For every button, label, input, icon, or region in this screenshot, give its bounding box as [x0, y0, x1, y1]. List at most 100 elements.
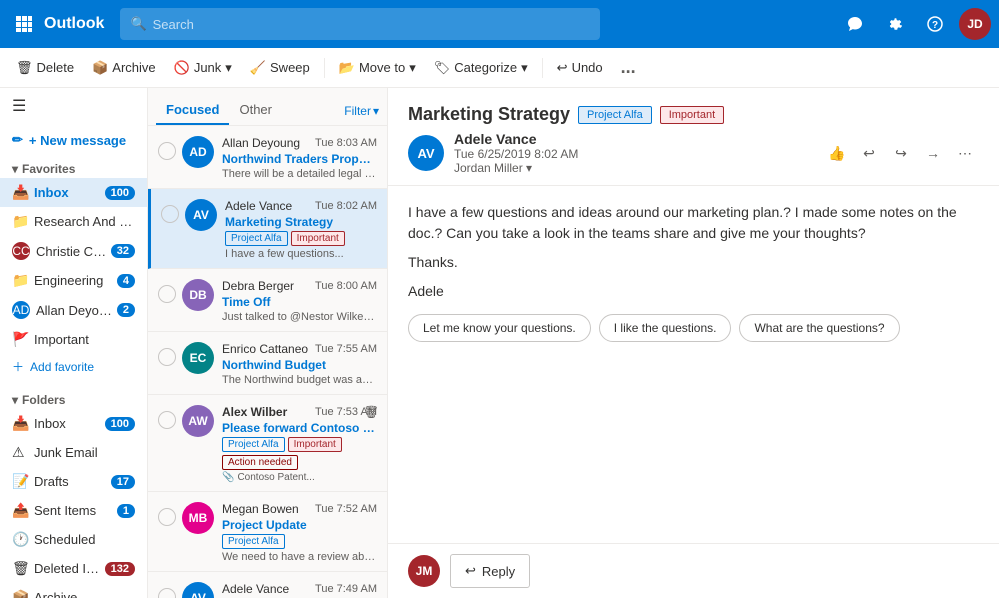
junk-icon: 🚫: [174, 60, 190, 76]
reply-all-button[interactable]: ↪: [887, 139, 915, 167]
sidebar-item-christie[interactable]: CC Christie Cline 32: [0, 236, 147, 266]
tag-project-alfa: Project Alfa: [222, 437, 285, 452]
tag-project-alfa: Project Alfa: [225, 231, 288, 246]
sent-icon: 📤: [12, 502, 28, 519]
email-item[interactable]: EC Enrico Cattaneo Tue 7:55 AM Northwind…: [148, 332, 387, 395]
sidebar-item-scheduled[interactable]: 🕐 Scheduled: [0, 525, 147, 554]
sidebar-item-junk[interactable]: ⚠ Junk Email: [0, 438, 147, 467]
suggestion-pill-3[interactable]: What are the questions?: [739, 314, 899, 342]
archive-button[interactable]: 📦 Archive: [84, 52, 164, 84]
search-bar[interactable]: 🔍: [120, 8, 600, 40]
email-time: Tue 7:49 AM: [315, 583, 377, 595]
categorize-button[interactable]: 🏷 Categorize ▾: [426, 52, 536, 84]
email-item[interactable]: AV Adele Vance Tue 8:02 AM Marketing Str…: [148, 189, 387, 269]
detail-sender-info: Adele Vance Tue 6/25/2019 8:02 AM Jordan…: [454, 131, 578, 175]
sidebar-item-archive[interactable]: 📦 Archive: [0, 583, 147, 598]
email-checkbox[interactable]: [158, 285, 176, 303]
sidebar-item-inbox-favorite[interactable]: 📥 Inbox 100: [0, 178, 147, 207]
email-item[interactable]: MB Megan Bowen Tue 7:52 AM Project Updat…: [148, 492, 387, 572]
forward-button[interactable]: →: [919, 139, 947, 167]
settings-icon-btn[interactable]: [879, 8, 911, 40]
drafts-icon: 📝: [12, 473, 28, 490]
email-preview: I have a few questions...: [225, 248, 377, 260]
avatar: AV: [182, 582, 214, 598]
detail-tag-important[interactable]: Important: [660, 106, 724, 124]
hamburger-button[interactable]: ☰: [0, 88, 147, 124]
like-button[interactable]: 👍: [823, 139, 851, 167]
new-message-button[interactable]: ✏ + New message: [0, 124, 147, 156]
email-checkbox[interactable]: [158, 411, 176, 429]
email-subject: Project Update: [222, 518, 377, 532]
tag-action-needed: Action needed: [222, 455, 298, 470]
search-input[interactable]: [153, 17, 591, 32]
move-to-button[interactable]: 📂 Move to ▾: [331, 52, 424, 84]
folder-icon-eng: 📁: [12, 272, 28, 289]
junk-button[interactable]: 🚫 Junk ▾: [166, 52, 240, 84]
sidebar-item-deleted[interactable]: 🗑 Deleted Items 132: [0, 554, 147, 583]
sidebar-item-engineering[interactable]: 📁 Engineering 4: [0, 266, 147, 295]
sweep-button[interactable]: 🧹 Sweep: [242, 52, 318, 84]
svg-text:?: ?: [932, 20, 938, 31]
email-checkbox[interactable]: [158, 508, 176, 526]
email-item[interactable]: DB Debra Berger Tue 8:00 AM Time Off Jus…: [148, 269, 387, 332]
more-actions-button[interactable]: ...: [613, 52, 644, 84]
sidebar-item-research[interactable]: 📁 Research And Deve...: [0, 207, 147, 236]
sidebar-item-drafts[interactable]: 📝 Drafts 17: [0, 467, 147, 496]
focused-label: Focused: [166, 102, 219, 117]
detail-body: I have a few questions and ideas around …: [388, 186, 999, 543]
suggestion-pill-2[interactable]: I like the questions.: [599, 314, 732, 342]
email-subject: Northwind Traders Proposal: [222, 152, 377, 166]
sidebar-item-sent[interactable]: 📤 Sent Items 1: [0, 496, 147, 525]
sidebar-item-allan[interactable]: AD Allan Deyoung 2: [0, 295, 147, 325]
avatar: EC: [182, 342, 214, 374]
plus-icon: ＋: [12, 358, 24, 375]
filter-button[interactable]: Filter ▾: [344, 104, 379, 118]
tag-important: Important: [288, 437, 342, 452]
sender-name: Adele Vance: [225, 199, 292, 213]
deleted-icon: 🗑: [12, 560, 28, 577]
filter-chevron: ▾: [373, 104, 379, 118]
email-checkbox[interactable]: [158, 142, 176, 160]
sidebar-item-important[interactable]: 🚩 Important: [0, 325, 147, 354]
detail-title: Marketing Strategy: [408, 104, 570, 125]
delete-icon-overlay[interactable]: 🗑: [364, 405, 379, 419]
email-item[interactable]: AV Adele Vance Tue 7:49 AM Expense Repor…: [148, 572, 387, 598]
help-icon-btn[interactable]: ?: [919, 8, 951, 40]
more-actions-detail-button[interactable]: ⋯: [951, 139, 979, 167]
suggestion-pill-1[interactable]: Let me know your questions.: [408, 314, 591, 342]
sender-meta: Tue 6/25/2019 8:02 AM Jordan Miller ▾: [454, 147, 578, 175]
email-item[interactable]: AW Alex Wilber Tue 7:53 AM Please forwar…: [148, 395, 387, 492]
sender-name: Debra Berger: [222, 279, 294, 293]
reply-button[interactable]: ↩: [855, 139, 883, 167]
toolbar-separator-1: [324, 58, 325, 78]
filter-label: Filter: [344, 104, 371, 118]
detail-tag-project-alfa[interactable]: Project Alfa: [578, 106, 652, 124]
user-avatar[interactable]: JD: [959, 8, 991, 40]
reply-avatar: JM: [408, 555, 440, 587]
chat-icon-btn[interactable]: [839, 8, 871, 40]
sidebar: ☰ ✏ + New message ▾ Favorites 📥 Inbox 10…: [0, 88, 148, 598]
favorites-section-header[interactable]: ▾ Favorites: [0, 156, 147, 178]
email-checkbox[interactable]: [161, 205, 179, 223]
person-icon-allan: AD: [12, 301, 30, 319]
email-item[interactable]: AD Allan Deyoung Tue 8:03 AM Northwind T…: [148, 126, 387, 189]
tag-project-alfa: Project Alfa: [222, 534, 285, 549]
undo-button[interactable]: ↩ Undo: [549, 52, 611, 84]
folders-section-header[interactable]: ▾ Folders: [0, 387, 147, 409]
sidebar-item-inbox-folder[interactable]: 📥 Inbox 100: [0, 409, 147, 438]
email-preview: We need to have a review about ...: [222, 551, 377, 563]
tab-focused[interactable]: Focused: [156, 96, 229, 125]
flag-icon: 🚩: [12, 331, 28, 348]
email-checkbox[interactable]: [158, 588, 176, 598]
delete-button[interactable]: 🗑 Delete: [8, 52, 82, 84]
email-subject: Northwind Budget: [222, 358, 377, 372]
body-thanks: Thanks.: [408, 252, 979, 273]
apps-grid-icon[interactable]: [8, 8, 40, 40]
sender-name: Megan Bowen: [222, 502, 299, 516]
person-icon: CC: [12, 242, 30, 260]
email-checkbox[interactable]: [158, 348, 176, 366]
categorize-chevron: ▾: [521, 60, 528, 76]
tab-other[interactable]: Other: [229, 96, 282, 125]
add-favorite-button[interactable]: ＋ Add favorite: [0, 354, 147, 379]
reply-inline-button[interactable]: ↩ Reply: [450, 554, 530, 588]
